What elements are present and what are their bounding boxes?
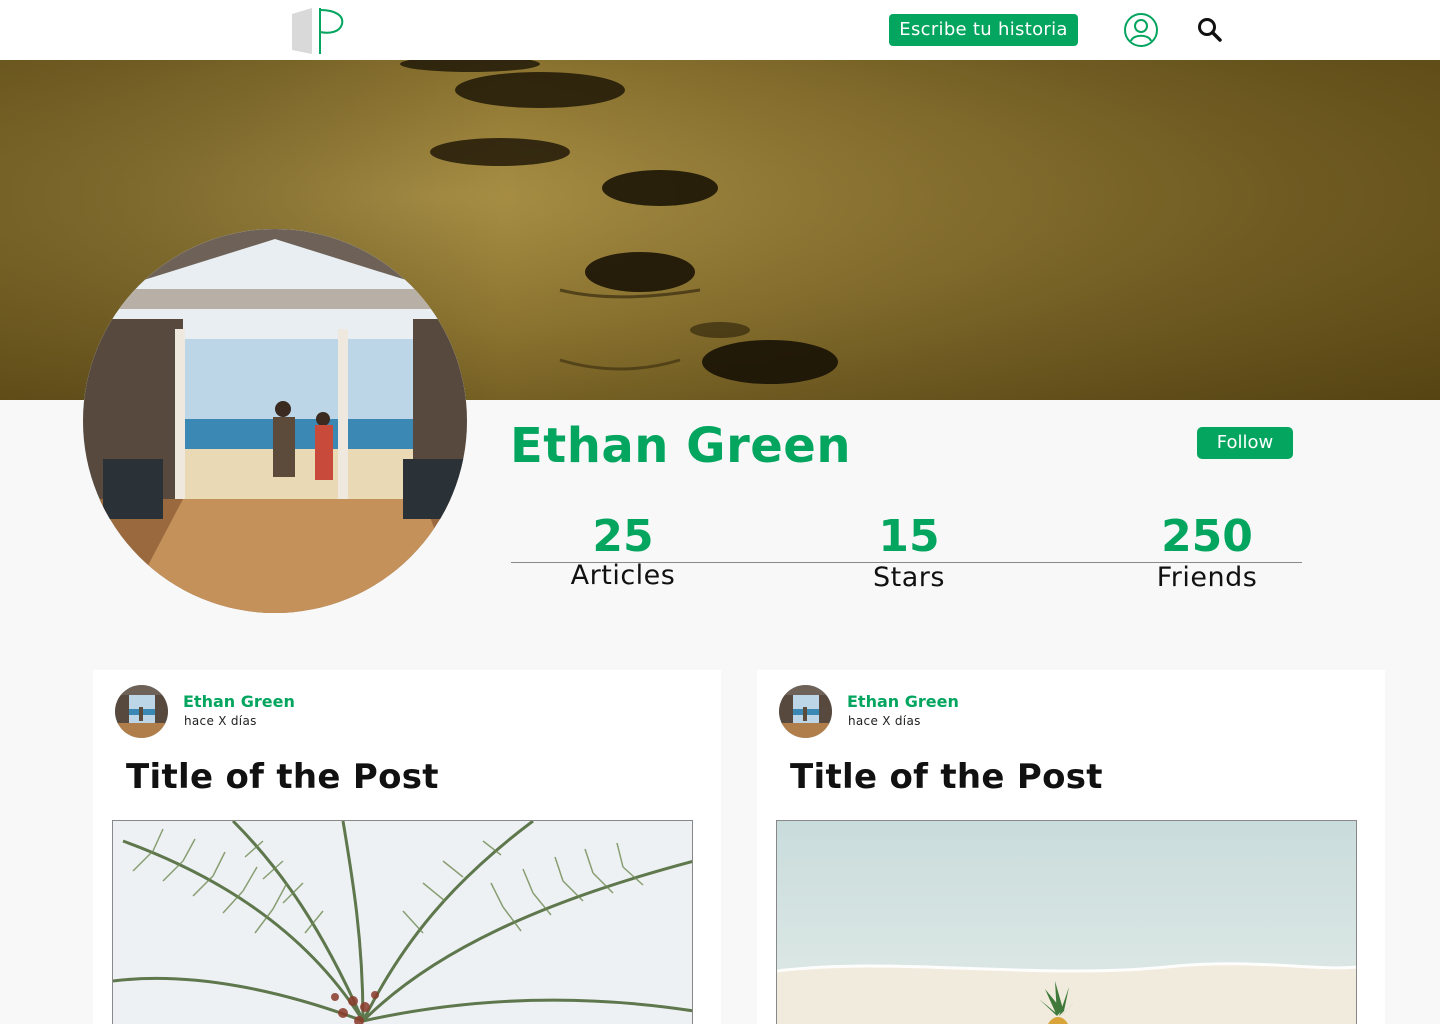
profile-name: Ethan Green [510, 418, 852, 474]
post-author[interactable]: Ethan Green [847, 692, 959, 711]
post-time: hace X días [848, 714, 921, 728]
write-story-button[interactable]: Escribe tu historia [889, 14, 1078, 46]
post-title[interactable]: Title of the Post [126, 757, 439, 797]
stars-label[interactable]: Stars [799, 562, 1019, 593]
post-author[interactable]: Ethan Green [183, 692, 295, 711]
search-icon[interactable] [1197, 17, 1223, 43]
follow-button[interactable]: Follow [1197, 427, 1293, 459]
logo-icon[interactable] [290, 6, 344, 56]
top-navbar: Escribe tu historia [0, 0, 1440, 60]
post-image-palm-tree[interactable] [112, 820, 693, 1024]
post-title[interactable]: Title of the Post [790, 757, 1103, 797]
friends-count: 250 [1161, 511, 1253, 562]
friends-label[interactable]: Friends [1097, 562, 1317, 593]
author-avatar[interactable] [779, 685, 832, 738]
articles-label[interactable]: Articles [513, 560, 733, 591]
profile-photo [83, 229, 467, 613]
articles-count: 25 [592, 511, 654, 562]
post-card[interactable]: Ethan Green hace X días Title of the Pos… [93, 670, 721, 1024]
stars-count: 15 [878, 511, 940, 562]
post-card[interactable]: Ethan Green hace X días Title of the Pos… [757, 670, 1385, 1024]
post-time: hace X días [184, 714, 257, 728]
author-avatar[interactable] [115, 685, 168, 738]
user-icon[interactable] [1123, 12, 1159, 48]
post-image-pineapple-beach[interactable] [776, 820, 1357, 1024]
